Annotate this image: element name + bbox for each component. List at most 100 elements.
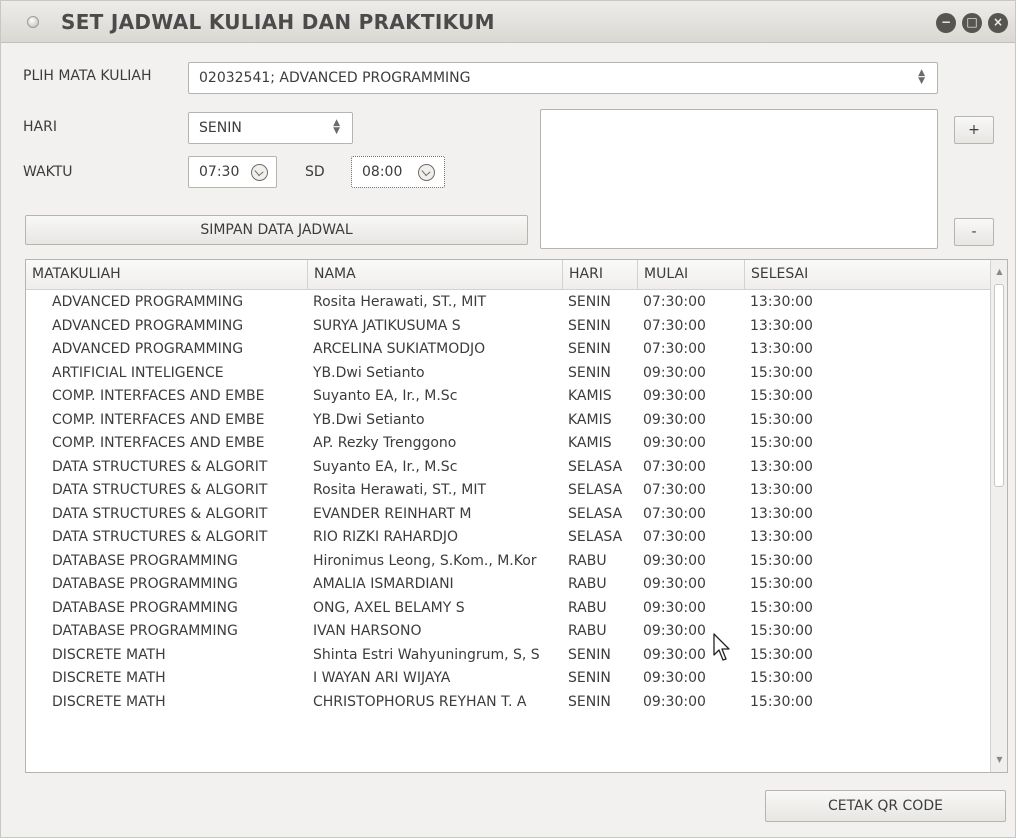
table-row[interactable]: DATA STRUCTURES & ALGORIT Suyanto EA, Ir.… xyxy=(26,456,991,480)
schedule-table[interactable]: MATAKULIAH NAMA HARI MULAI SELESAI ADVAN… xyxy=(25,259,1008,773)
course-label: PLIH MATA KULIAH xyxy=(23,68,152,84)
cell-nama: Suyanto EA, Ir., M.Sc xyxy=(313,458,458,475)
cell-matakuliah: DISCRETE MATH xyxy=(52,670,166,686)
cell-selesai: 13:30:00 xyxy=(750,458,813,475)
course-select[interactable]: 02032541; ADVANCED PROGRAMMING ▲ ▼ xyxy=(188,62,938,94)
clock-icon[interactable] xyxy=(418,164,435,181)
table-row[interactable]: DATA STRUCTURES & ALGORIT EVANDER REINHAR… xyxy=(26,503,991,527)
cell-nama: Hironimus Leong, S.Kom., M.Kor xyxy=(313,552,537,569)
column-header-selesai[interactable]: SELESAI xyxy=(744,260,808,290)
table-row[interactable]: ADVANCED PROGRAMMING SURYA JATIKUSUMA S SE… xyxy=(26,315,991,339)
table-row[interactable]: COMP. INTERFACES AND EMBE YB.Dwi Setianto… xyxy=(26,409,991,433)
day-select-value: SENIN xyxy=(199,120,242,136)
cell-hari: SENIN xyxy=(568,693,611,710)
column-header-mulai[interactable]: MULAI xyxy=(637,260,688,290)
cell-hari: KAMIS xyxy=(568,435,612,451)
day-select[interactable]: SENIN ▲ ▼ xyxy=(188,112,353,144)
time-start-value: 07:30 xyxy=(199,164,240,180)
maximize-button[interactable]: □ xyxy=(962,13,982,33)
cell-hari: SENIN xyxy=(568,317,611,334)
table-row[interactable]: DISCRETE MATH I WAYAN ARI WIJAYA SENIN 09:3… xyxy=(26,667,991,691)
cell-mulai: 07:30:00 xyxy=(643,317,706,334)
column-header-hari[interactable]: HARI xyxy=(562,260,603,290)
cell-hari: SENIN xyxy=(568,341,611,357)
cell-matakuliah: ADVANCED PROGRAMMING xyxy=(52,317,244,334)
cell-nama: YB.Dwi Setianto xyxy=(313,411,425,428)
cell-matakuliah: DATABASE PROGRAMMING xyxy=(52,599,238,616)
cell-selesai: 13:30:00 xyxy=(750,505,813,522)
cell-hari: RABU xyxy=(568,576,607,592)
cell-matakuliah: DISCRETE MATH xyxy=(52,646,166,663)
title-bar[interactable]: SET JADWAL KULIAH DAN PRAKTIKUM − □ × xyxy=(1,1,1015,43)
window-title: SET JADWAL KULIAH DAN PRAKTIKUM xyxy=(61,10,495,34)
cell-selesai: 13:30:00 xyxy=(750,317,813,334)
scroll-up-icon[interactable]: ▲ xyxy=(991,264,1007,280)
scroll-down-icon[interactable]: ▼ xyxy=(991,752,1007,768)
cell-hari: RABU xyxy=(568,599,607,616)
spinner-arrows-icon: ▲ ▼ xyxy=(333,118,340,136)
time-start-field[interactable]: 07:30 xyxy=(188,156,277,188)
cell-matakuliah: ADVANCED PROGRAMMING xyxy=(52,294,244,310)
cell-mulai: 07:30:00 xyxy=(643,482,706,498)
table-row[interactable]: ADVANCED PROGRAMMING Rosita Herawati, ST.… xyxy=(26,291,991,315)
cell-nama: Rosita Herawati, ST., MIT xyxy=(313,482,487,498)
clock-icon[interactable] xyxy=(251,164,268,181)
cell-matakuliah: COMP. INTERFACES AND EMBE xyxy=(52,435,265,451)
cell-matakuliah: COMP. INTERFACES AND EMBE xyxy=(52,388,265,404)
minimize-button[interactable]: − xyxy=(936,13,956,33)
cell-mulai: 07:30:00 xyxy=(643,529,706,545)
cell-nama: IVAN HARSONO xyxy=(313,623,422,639)
cell-matakuliah: DATABASE PROGRAMMING xyxy=(52,576,238,592)
cell-hari: RABU xyxy=(568,623,607,639)
column-header-nama[interactable]: NAMA xyxy=(307,260,356,290)
time-end-field[interactable]: 08:00 xyxy=(351,156,445,188)
app-icon xyxy=(27,16,39,28)
remove-button[interactable]: - xyxy=(954,218,994,246)
table-row[interactable]: DATABASE PROGRAMMING AMALIA ISMARDIANI RAB… xyxy=(26,573,991,597)
table-row[interactable]: DATABASE PROGRAMMING Hironimus Leong, S.K… xyxy=(26,550,991,574)
table-row[interactable]: ARTIFICIAL INTELIGENCE YB.Dwi Setianto SEN… xyxy=(26,362,991,386)
save-schedule-button[interactable]: SIMPAN DATA JADWAL xyxy=(25,215,528,245)
cell-selesai: 13:30:00 xyxy=(750,529,813,545)
cell-hari: RABU xyxy=(568,552,607,569)
time-end-value: 08:00 xyxy=(362,164,403,180)
cell-matakuliah: DATA STRUCTURES & ALGORIT xyxy=(52,458,268,475)
cell-nama: RIO RIZKI RAHARDJO xyxy=(313,529,459,545)
add-button[interactable]: + xyxy=(954,116,994,144)
cell-selesai: 15:30:00 xyxy=(750,388,813,404)
print-qr-code-button[interactable]: CETAK QR CODE xyxy=(765,790,1006,822)
cell-selesai: 13:30:00 xyxy=(750,482,813,498)
cell-hari: KAMIS xyxy=(568,388,612,404)
course-select-value: 02032541; ADVANCED PROGRAMMING xyxy=(199,70,471,86)
scrollbar-thumb[interactable] xyxy=(994,284,1004,487)
table-row[interactable]: ADVANCED PROGRAMMING ARCELINA SUKIATMODJO… xyxy=(26,338,991,362)
cell-mulai: 09:30:00 xyxy=(643,670,706,686)
cell-mulai: 09:30:00 xyxy=(643,364,706,381)
vertical-scrollbar[interactable]: ▲ ▼ xyxy=(990,260,1007,772)
cell-hari: SENIN xyxy=(568,646,611,663)
cell-nama: Shinta Estri Wahyuningrum, S, S xyxy=(313,646,540,663)
cell-selesai: 15:30:00 xyxy=(750,693,813,710)
cell-nama: ONG, AXEL BELAMY S xyxy=(313,599,465,616)
cell-mulai: 09:30:00 xyxy=(643,411,706,428)
table-row[interactable]: DATA STRUCTURES & ALGORIT RIO RIZKI RAHAR… xyxy=(26,526,991,550)
table-row[interactable]: DISCRETE MATH Shinta Estri Wahyuningrum, … xyxy=(26,644,991,668)
cell-mulai: 07:30:00 xyxy=(643,341,706,357)
table-row[interactable]: COMP. INTERFACES AND EMBE Suyanto EA, Ir.… xyxy=(26,385,991,409)
table-row[interactable]: DISCRETE MATH CHRISTOPHORUS REYHAN T. A SE… xyxy=(26,691,991,715)
table-row[interactable]: COMP. INTERFACES AND EMBE AP. Rezky Treng… xyxy=(26,432,991,456)
cell-matakuliah: DATA STRUCTURES & ALGORIT xyxy=(52,529,268,545)
cell-matakuliah: DISCRETE MATH xyxy=(52,693,166,710)
table-row[interactable]: DATA STRUCTURES & ALGORIT Rosita Herawati… xyxy=(26,479,991,503)
table-header: MATAKULIAH NAMA HARI MULAI SELESAI xyxy=(26,260,991,290)
table-row[interactable]: DATABASE PROGRAMMING ONG, AXEL BELAMY S RA… xyxy=(26,597,991,621)
close-button[interactable]: × xyxy=(988,13,1008,33)
cell-nama: EVANDER REINHART M xyxy=(313,505,472,522)
cell-nama: AMALIA ISMARDIANI xyxy=(313,576,454,592)
table-row[interactable]: DATABASE PROGRAMMING IVAN HARSONO RABU 09:3… xyxy=(26,620,991,644)
sd-label: SD xyxy=(305,164,325,180)
cell-mulai: 09:30:00 xyxy=(643,552,706,569)
schedule-list-box[interactable] xyxy=(540,109,938,249)
cell-hari: SENIN xyxy=(568,364,611,381)
cell-selesai: 13:30:00 xyxy=(750,341,813,357)
